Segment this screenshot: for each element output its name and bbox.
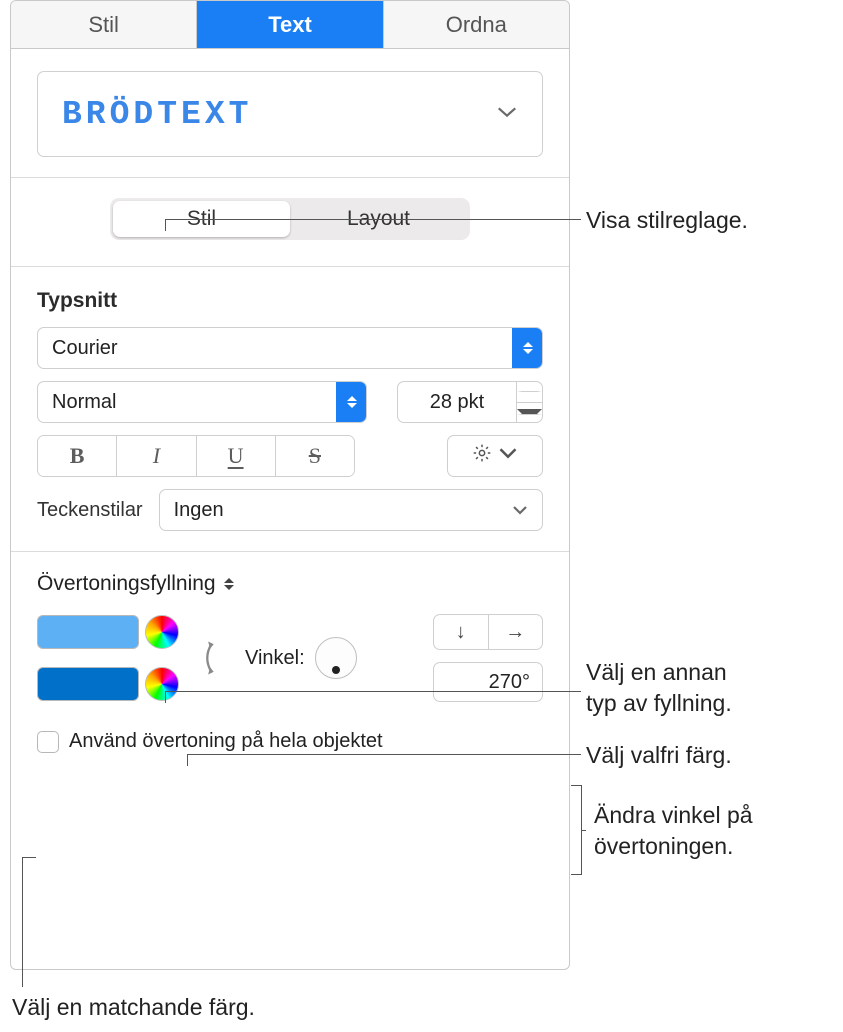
gradient-color-2-swatch[interactable] bbox=[37, 667, 139, 701]
direction-right-button[interactable]: → bbox=[489, 615, 543, 649]
fill-type-popup[interactable]: Övertoningsfyllning bbox=[37, 572, 543, 596]
gradient-color-1-swatch[interactable] bbox=[37, 615, 139, 649]
fill-type-label: Övertoningsfyllning bbox=[37, 572, 216, 596]
direction-buttons: ↓ → bbox=[433, 614, 543, 650]
font-size-value[interactable]: 28 pkt bbox=[397, 381, 517, 423]
angle-value-field[interactable]: 270° bbox=[433, 662, 543, 702]
bold-button[interactable]: B bbox=[38, 436, 117, 476]
callout-leader bbox=[22, 857, 36, 858]
format-panel: Stil Text Ordna Brödtext Stil Layout Typ… bbox=[10, 0, 570, 970]
callout-leader bbox=[165, 691, 581, 692]
updown-icon bbox=[336, 382, 366, 422]
callout-text: Välj valfri färg. bbox=[586, 740, 732, 771]
italic-button[interactable]: I bbox=[117, 436, 196, 476]
callout-leader bbox=[582, 830, 586, 831]
tab-ordna[interactable]: Ordna bbox=[384, 1, 569, 48]
panel-tabs: Stil Text Ordna bbox=[11, 1, 569, 49]
direction-down-button[interactable]: ↓ bbox=[434, 615, 489, 649]
updown-icon bbox=[512, 328, 542, 368]
gradient-controls: Vinkel: ↓ → 270° bbox=[37, 614, 543, 702]
gear-icon bbox=[472, 443, 492, 469]
font-weight-value: Normal bbox=[52, 391, 336, 414]
callout-leader bbox=[165, 691, 166, 703]
separator bbox=[11, 551, 569, 552]
font-size-field: 28 pkt bbox=[397, 381, 543, 423]
character-styles-label: Teckenstilar bbox=[37, 499, 143, 522]
tab-stil[interactable]: Stil bbox=[11, 1, 197, 48]
callout-text: Ändra vinkel påövertoningen. bbox=[594, 800, 753, 862]
angle-dial[interactable] bbox=[315, 637, 357, 679]
callout-leader bbox=[187, 754, 581, 755]
angle-dial-indicator bbox=[332, 666, 340, 674]
chevron-down-icon bbox=[498, 443, 518, 469]
updown-icon bbox=[224, 578, 234, 590]
font-weight-popup[interactable]: Normal bbox=[37, 381, 367, 423]
font-section-label: Typsnitt bbox=[37, 289, 543, 313]
callout-bracket bbox=[572, 785, 582, 875]
chevron-down-icon bbox=[512, 499, 528, 521]
font-family-popup[interactable]: Courier bbox=[37, 327, 543, 369]
character-styles-popup[interactable]: Ingen bbox=[159, 489, 543, 531]
font-size-down[interactable] bbox=[517, 403, 542, 423]
text-style-group: B I U S bbox=[37, 435, 355, 477]
callout-leader bbox=[22, 857, 23, 987]
character-styles-value: Ingen bbox=[174, 499, 512, 522]
callout-text: Visa stilreglage. bbox=[586, 205, 748, 236]
paragraph-style-popup[interactable]: Brödtext bbox=[37, 71, 543, 157]
callout-leader bbox=[165, 219, 581, 220]
font-size-stepper bbox=[517, 381, 543, 423]
tab-text[interactable]: Text bbox=[197, 1, 383, 48]
color-wheel-1[interactable] bbox=[145, 615, 179, 649]
underline-button[interactable]: U bbox=[197, 436, 276, 476]
callout-leader bbox=[165, 219, 166, 231]
font-size-up[interactable] bbox=[517, 382, 542, 403]
callout-text: Välj en annantyp av fyllning. bbox=[586, 657, 732, 719]
strikethrough-button[interactable]: S bbox=[276, 436, 354, 476]
advanced-options-button[interactable] bbox=[447, 435, 543, 477]
font-family-value: Courier bbox=[52, 337, 512, 360]
apply-whole-object-checkbox[interactable] bbox=[37, 731, 59, 753]
callout-text: Välj en matchande färg. bbox=[12, 992, 255, 1023]
apply-whole-object-label: Använd övertoning på hela objektet bbox=[69, 730, 383, 753]
color-wheel-2[interactable] bbox=[145, 667, 179, 701]
angle-label: Vinkel: bbox=[245, 647, 305, 670]
chevron-down-icon bbox=[496, 103, 518, 125]
callout-leader bbox=[187, 754, 188, 766]
paragraph-style-label: Brödtext bbox=[62, 96, 252, 133]
swap-colors-button[interactable] bbox=[197, 630, 223, 686]
